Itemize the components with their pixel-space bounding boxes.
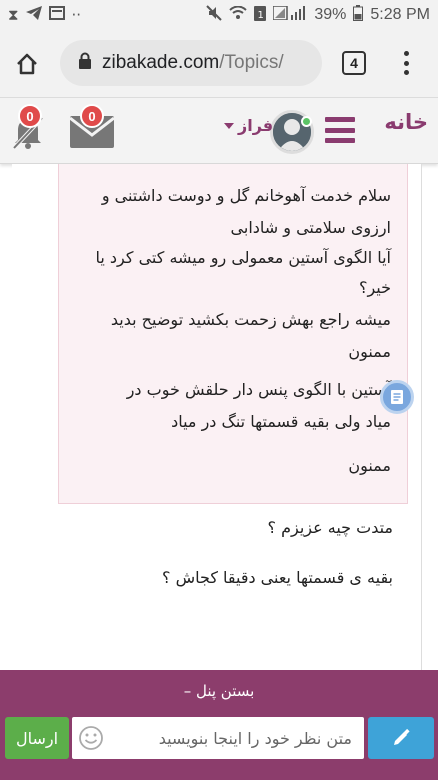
quote-line: ارزوی سلامتی و شادابی xyxy=(230,218,391,237)
url-domain: zibakade.com xyxy=(102,52,220,73)
quote-line: آستین با الگوی پنس دار حلقش خوب در xyxy=(126,380,391,399)
hamburger-bar xyxy=(325,117,355,122)
menu-dot xyxy=(403,51,409,56)
quote-line: میاد ولی بقیه قسمتها تنگ در میاد xyxy=(171,412,391,431)
quoted-post: سلام خدمت آهوخانم گل و دوست داشتنی و ارز… xyxy=(58,164,408,504)
sim-icon: 1 xyxy=(254,5,267,25)
reply-text-line: بقیه ی قسمتها یعنی دقیقا کجاش ؟ xyxy=(162,568,393,587)
mute-icon xyxy=(206,5,223,25)
quote-line: ممنون xyxy=(348,456,391,475)
status-left-icons: ⧗ ·· xyxy=(8,6,81,24)
quote-line: ممنون xyxy=(348,342,391,361)
browser-home-button[interactable] xyxy=(0,37,54,91)
emoji-button[interactable] xyxy=(78,725,104,755)
menu-dot xyxy=(403,70,409,75)
browser-toolbar: zibakade.com/Topics/ 4 xyxy=(0,30,438,98)
telegram-icon xyxy=(25,6,42,24)
notifications-button[interactable]: 0 xyxy=(10,104,46,154)
document-icon xyxy=(391,390,403,404)
quote-line: میشه راجع بهش زحمت بکشید توضیح بدید xyxy=(110,310,391,329)
site-header: خانه فراز 0 0 xyxy=(0,98,438,164)
comment-panel: بستن پنل – ارسال xyxy=(0,670,438,780)
messages-badge: 0 xyxy=(80,104,104,128)
smiley-icon xyxy=(79,726,103,750)
online-status-dot xyxy=(301,116,312,127)
status-right-icons: 1 39% 5:28 PM xyxy=(206,5,430,25)
topic-content: سلام خدمت آهوخانم گل و دوست داشتنی و ارز… xyxy=(12,164,422,670)
hourglass-icon: ⧗ xyxy=(8,6,19,24)
clock: 5:28 PM xyxy=(370,6,430,23)
signal-icon xyxy=(272,5,307,24)
quote-line: سلام خدمت آهوخانم گل و دوست داشتنی و xyxy=(101,186,391,205)
site-home-link[interactable]: خانه xyxy=(384,110,428,134)
caret-down-icon xyxy=(224,122,234,129)
tab-switcher-button[interactable]: 4 xyxy=(342,51,366,75)
lock-icon xyxy=(78,52,92,74)
wifi-icon xyxy=(229,5,248,24)
message-icon xyxy=(48,6,65,24)
menu-dot xyxy=(403,60,409,66)
user-name: فراز xyxy=(238,116,274,135)
pencil-icon xyxy=(394,728,410,745)
quote-marker-icon[interactable] xyxy=(380,380,414,414)
close-panel-label: بستن پنل xyxy=(195,682,255,700)
battery-icon xyxy=(353,5,364,25)
edit-button[interactable] xyxy=(368,717,434,759)
close-panel-button[interactable]: بستن پنل – xyxy=(0,682,438,700)
hamburger-bar xyxy=(325,138,355,143)
battery-percent: 39% xyxy=(314,6,347,23)
reply-text-line: متدت چیه عزیزم ؟ xyxy=(267,518,393,537)
url-text: zibakade.com/Topics/ xyxy=(102,52,284,74)
home-icon xyxy=(17,53,37,74)
send-button[interactable]: ارسال xyxy=(5,717,69,759)
browser-menu-button[interactable] xyxy=(396,48,416,78)
messages-button[interactable]: 0 xyxy=(69,104,115,152)
minus-icon: – xyxy=(183,682,192,700)
more-notifications: ·· xyxy=(71,6,82,24)
quote-line: خیر؟ xyxy=(358,278,391,297)
url-path: /Topics/ xyxy=(219,52,284,73)
hamburger-bar xyxy=(325,127,355,133)
user-menu-toggle[interactable]: فراز xyxy=(224,116,273,135)
svg-text:1: 1 xyxy=(258,10,264,21)
status-bar: ⧗ ·· 1 39% 5:28 PM xyxy=(0,0,438,30)
notifications-badge: 0 xyxy=(18,104,42,128)
quote-line: آیا الگوی آستین معمولی رو میشه کتی کرد ی… xyxy=(95,248,392,267)
comment-input[interactable] xyxy=(72,717,364,759)
address-bar[interactable]: zibakade.com/Topics/ xyxy=(60,40,322,86)
hamburger-menu-icon[interactable] xyxy=(325,117,355,143)
